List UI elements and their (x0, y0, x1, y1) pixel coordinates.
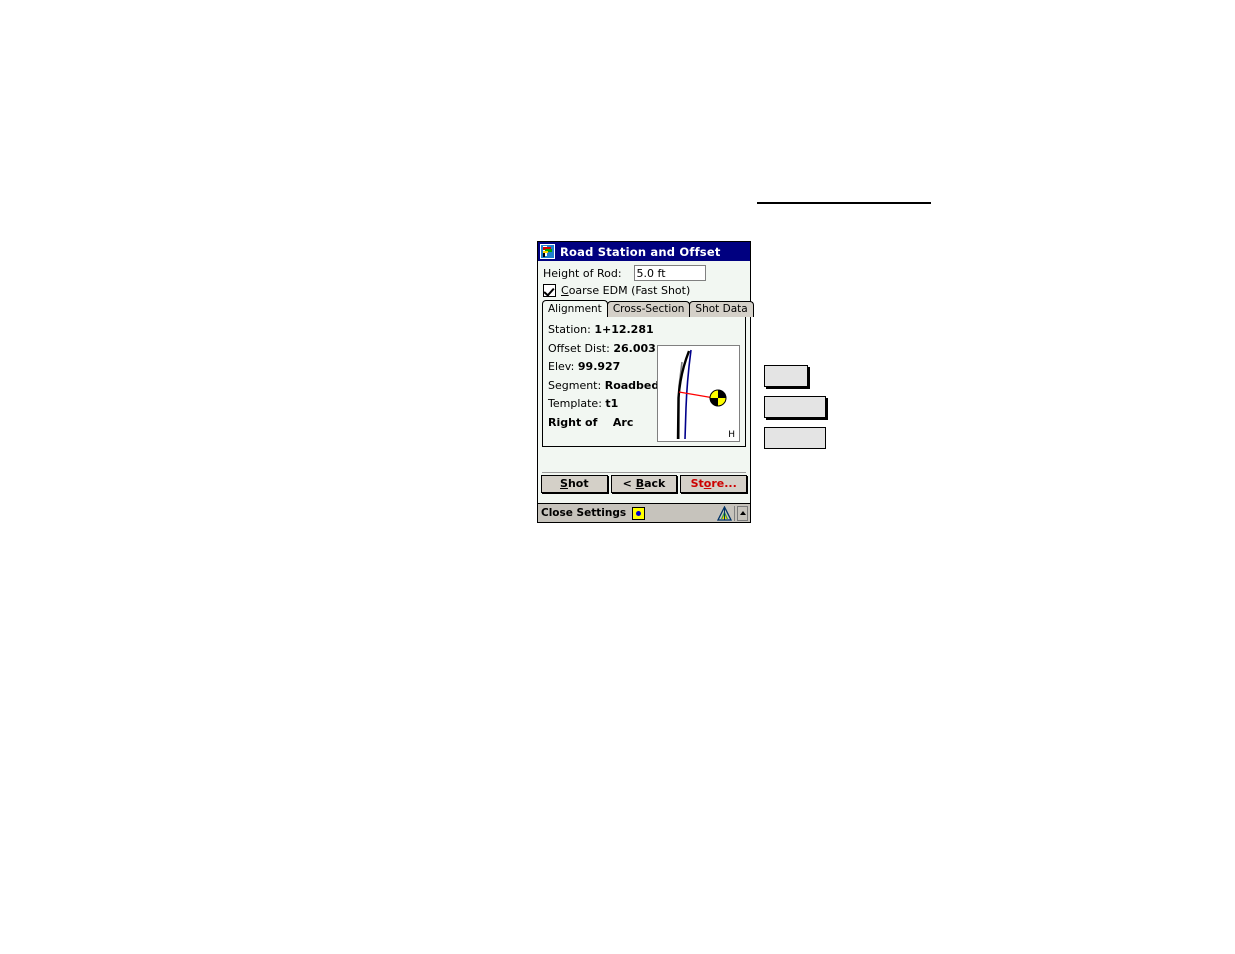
close-settings-label[interactable]: Close Settings (541, 507, 626, 519)
side-label: Right of (548, 415, 598, 429)
side-value: Arc (612, 415, 634, 429)
store-label-rest: re... (711, 477, 737, 490)
tray-divider (734, 505, 735, 521)
coarse-edm-accesskey: C (561, 284, 569, 297)
button-bar-separator (542, 472, 746, 473)
graphic-corner-label: H (728, 430, 735, 440)
shot-label-rest: hot (567, 477, 589, 490)
panel-spacer (538, 448, 750, 472)
shot-accesskey: S (560, 477, 568, 490)
road-station-offset-window: Road Station and Offset Height of Rod: C… (537, 241, 754, 523)
taskbar-tray (717, 504, 750, 522)
chevron-up-icon[interactable] (737, 505, 748, 521)
alignment-panel: Station: 1+12.281 Offset Dist: 26.003 El… (542, 316, 746, 447)
template-label: Template: (548, 397, 602, 410)
back-button[interactable]: < Back (610, 475, 678, 493)
tab-shot-data[interactable]: Shot Data (689, 301, 754, 317)
coarse-edm-label: Coarse EDM (Fast Shot) (561, 284, 690, 297)
station-row: Station: 1+12.281 (548, 321, 745, 340)
height-of-rod-row: Height of Rod: (538, 261, 750, 283)
segment-label: Segment: (548, 378, 602, 392)
height-of-rod-input[interactable] (633, 265, 706, 281)
tab-alignment[interactable]: Alignment (542, 300, 608, 317)
segment-value: Roadbed (604, 378, 660, 392)
back-accesskey: B (635, 477, 645, 490)
elev-value: 99.927 (577, 360, 621, 373)
prism-target-icon (709, 389, 727, 407)
horizontal-rule (757, 202, 931, 204)
window-title: Road Station and Offset (560, 244, 721, 259)
coarse-edm-label-rest: oarse EDM (Fast Shot) (568, 284, 691, 297)
elev-label: Elev: (548, 360, 575, 373)
blank-box-2 (764, 396, 826, 418)
store-button[interactable]: Store... (680, 475, 748, 493)
blank-box-1 (764, 365, 808, 387)
offset-dist-value: 26.003 (613, 341, 656, 355)
height-of-rod-label: Height of Rod: (543, 266, 622, 280)
store-prefix: St (690, 477, 704, 490)
coarse-edm-row[interactable]: Coarse EDM (Fast Shot) (538, 283, 750, 300)
tab-cross-section[interactable]: Cross-Section (606, 301, 691, 317)
blank-box-3 (764, 427, 826, 449)
back-label-rest: ack (644, 477, 666, 490)
survey-tripod-icon[interactable] (717, 505, 732, 521)
offset-dist-label: Offset Dist: (548, 341, 610, 355)
brightness-icon[interactable] (632, 506, 646, 520)
window-titlebar: Road Station and Offset (538, 242, 750, 261)
alignment-graphic-svg (658, 346, 739, 441)
button-bar: Shot < Back Store... (538, 475, 750, 493)
template-value: t1 (605, 397, 619, 410)
map-flag-icon (540, 244, 555, 259)
shot-button[interactable]: Shot (541, 475, 608, 493)
station-value: 1+12.281 (594, 323, 654, 336)
coarse-edm-checkbox[interactable] (543, 284, 556, 297)
back-prefix: < (622, 477, 636, 490)
taskbar: Close Settings (538, 503, 750, 522)
station-label: Station: (548, 323, 591, 336)
tabstrip: Alignment Cross-Section Shot Data (538, 300, 754, 317)
alignment-graphic[interactable]: H (657, 345, 740, 442)
